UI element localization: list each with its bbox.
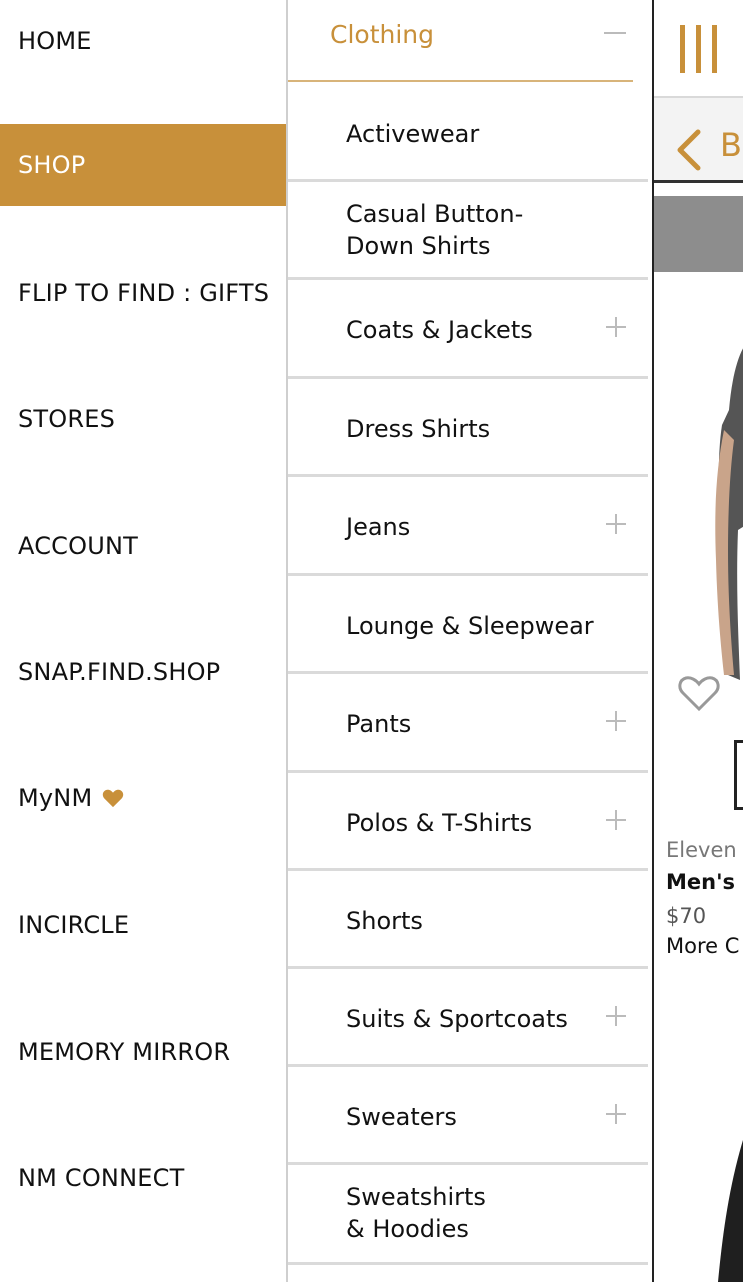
submenu-item-activewear[interactable]: Activewear: [288, 84, 652, 180]
product-name[interactable]: Men's: [666, 870, 735, 894]
submenu-item-label: Dress Shirts: [346, 415, 491, 443]
more-colors-link[interactable]: More C: [666, 934, 739, 958]
submenu-item-shorts[interactable]: Shorts: [288, 871, 652, 967]
item-divider: [288, 1262, 648, 1265]
submenu-item-pants[interactable]: Pants: [288, 674, 652, 770]
filter-bar[interactable]: [654, 196, 743, 272]
submenu-item-jeans[interactable]: Jeans: [288, 477, 652, 573]
menu-item-account[interactable]: ACCOUNT: [0, 505, 287, 587]
expand-icon[interactable]: [606, 317, 626, 337]
back-label[interactable]: B: [720, 126, 742, 164]
submenu-item-polos-t-shirts[interactable]: Polos & T-Shirts: [288, 773, 652, 869]
menu-item-nm-connect[interactable]: NM CONNECT: [0, 1137, 287, 1219]
expand-icon[interactable]: [606, 810, 626, 830]
expand-icon[interactable]: [606, 711, 626, 731]
menu-item-label: SHOP: [18, 151, 86, 179]
menu-icon-bar: [712, 25, 717, 73]
submenu-item-label: Lounge & Sleepwear: [346, 612, 594, 640]
size-selector[interactable]: [734, 740, 743, 810]
menu-item-label: ACCOUNT: [18, 532, 138, 560]
submenu-item-suits-sportcoats[interactable]: Suits & Sportcoats: [288, 969, 652, 1065]
menu-item-label: SNAP.FIND.SHOP: [18, 658, 221, 686]
menu-item-incircle[interactable]: INCIRCLE: [0, 884, 287, 966]
heart-icon: [103, 789, 124, 808]
menu-item-flip-to-find-gifts[interactable]: FLIP TO FIND : GIFTS: [0, 252, 287, 334]
product-image-2[interactable]: [714, 1140, 743, 1282]
submenu-item-label: Sweaters: [346, 1103, 457, 1131]
menu-icon[interactable]: [680, 25, 685, 73]
submenu-title: Clothing: [330, 20, 435, 49]
menu-item-mynm[interactable]: MyNM: [0, 757, 287, 839]
submenu-header[interactable]: Clothing: [288, 0, 652, 82]
submenu-item-label: Pants: [346, 710, 412, 738]
menu-item-label: HOME: [18, 27, 92, 55]
clothing-submenu: Clothing Activewear Casual Button- Down …: [288, 0, 652, 1282]
submenu-item-label: Jeans: [346, 513, 411, 541]
expand-icon[interactable]: [606, 1006, 626, 1026]
submenu-item-lounge-sleepwear[interactable]: Lounge & Sleepwear: [288, 576, 652, 672]
submenu-item-coats-jackets[interactable]: Coats & Jackets: [288, 280, 652, 376]
submenu-item-label: Casual Button- Down Shirts: [346, 200, 524, 260]
submenu-item-sweatshirts-hoodies[interactable]: Sweatshirts & Hoodies: [288, 1165, 652, 1261]
submenu-item-label: Polos & T-Shirts: [346, 809, 533, 837]
product-panel: B Eleven Men's $70 More C: [654, 0, 743, 1282]
menu-item-label: STORES: [18, 405, 116, 433]
top-bar: [654, 0, 743, 98]
menu-item-label: NM CONNECT: [18, 1164, 185, 1192]
menu-item-label: FLIP TO FIND : GIFTS: [18, 279, 270, 307]
submenu-item-label: Sweatshirts & Hoodies: [346, 1183, 486, 1243]
menu-icon-bar: [696, 25, 701, 73]
expand-icon[interactable]: [606, 1104, 626, 1124]
main-menu: HOME SHOP FLIP TO FIND : GIFTS STORES AC…: [0, 0, 287, 1282]
product-brand: Eleven: [666, 838, 737, 862]
menu-item-label: INCIRCLE: [18, 911, 130, 939]
submenu-item-label: Activewear: [346, 120, 480, 148]
menu-item-memory-mirror[interactable]: MEMORY MIRROR: [0, 1011, 287, 1093]
back-bar[interactable]: B: [654, 98, 743, 183]
menu-item-label: MEMORY MIRROR: [18, 1038, 231, 1066]
header-underline: [288, 80, 633, 82]
menu-item-stores[interactable]: STORES: [0, 378, 287, 460]
submenu-item-dress-shirts[interactable]: Dress Shirts: [288, 379, 652, 475]
menu-item-shop[interactable]: SHOP: [0, 124, 287, 206]
expand-icon[interactable]: [606, 514, 626, 534]
submenu-item-label: Coats & Jackets: [346, 316, 533, 344]
submenu-item-sweaters[interactable]: Sweaters: [288, 1067, 652, 1163]
submenu-item-label: Shorts: [346, 907, 423, 935]
menu-item-home[interactable]: HOME: [0, 0, 287, 82]
product-image[interactable]: [694, 330, 743, 710]
menu-item-snap-find-shop[interactable]: SNAP.FIND.SHOP: [0, 631, 287, 713]
submenu-item-label: Suits & Sportcoats: [346, 1005, 568, 1033]
menu-item-label: MyNM: [18, 784, 93, 812]
collapse-icon[interactable]: [604, 32, 626, 34]
chevron-left-icon[interactable]: [672, 128, 704, 172]
product-price: $70: [666, 904, 707, 928]
heart-outline-icon[interactable]: [678, 674, 720, 712]
submenu-item-casual-button-down-shirts[interactable]: Casual Button- Down Shirts: [288, 182, 652, 278]
